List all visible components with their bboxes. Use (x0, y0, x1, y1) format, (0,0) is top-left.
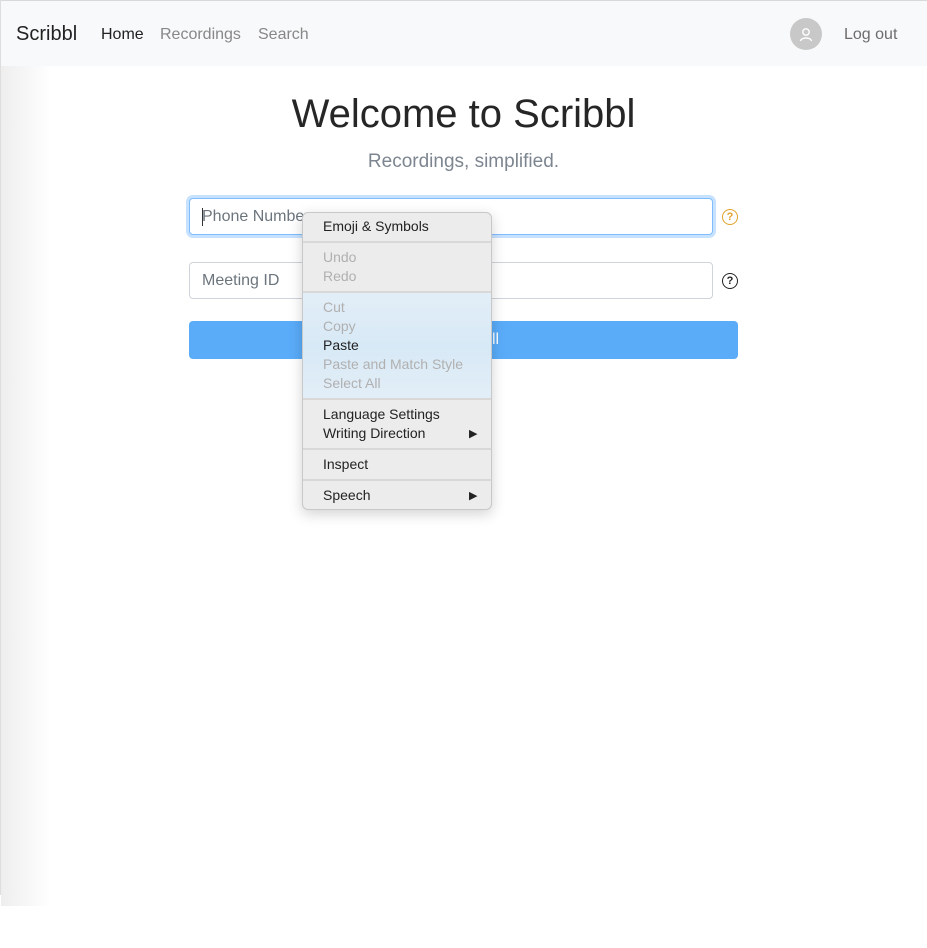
submenu-arrow-icon: ▶ (469, 428, 478, 440)
menu-item-undo[interactable]: Undo (323, 248, 356, 267)
user-icon (799, 28, 813, 42)
menu-item-speech[interactable]: Speech (323, 486, 370, 505)
menu-item-writing-direction[interactable]: Writing Direction (323, 424, 425, 443)
phone-number-placeholder: Phone Number (202, 208, 310, 225)
menu-item-inspect[interactable]: Inspect (323, 455, 368, 474)
page-shadow (1, 66, 51, 906)
menu-item-cut[interactable]: Cut (323, 298, 345, 317)
page-title: Welcome to Scribbl (291, 92, 636, 136)
avatar[interactable] (790, 18, 822, 50)
logout-link[interactable]: Log out (844, 26, 897, 44)
menu-item-paste-match-style[interactable]: Paste and Match Style (323, 355, 463, 374)
menu-item-redo[interactable]: Redo (323, 267, 356, 286)
menu-item-select-all[interactable]: Select All (323, 374, 381, 393)
menu-separator (303, 448, 491, 450)
brand-logo[interactable]: Scribbl (16, 23, 77, 46)
menu-item-language-settings[interactable]: Language Settings (323, 405, 440, 424)
nav-link-search[interactable]: Search (258, 26, 309, 44)
page-subtitle: Recordings, simplified. (367, 151, 560, 172)
menu-item-copy[interactable]: Copy (323, 317, 356, 336)
menu-item-paste[interactable]: Paste (323, 336, 359, 355)
nav-link-recordings[interactable]: Recordings (160, 26, 241, 44)
menu-separator (303, 398, 491, 400)
menu-separator (303, 291, 491, 293)
navbar: Scribbl Home Recordings Search Log out (1, 1, 927, 66)
question-circle-icon[interactable]: ? (722, 209, 738, 225)
question-circle-icon[interactable]: ? (722, 273, 738, 289)
submenu-arrow-icon: ▶ (469, 490, 478, 502)
text-caret (202, 208, 203, 226)
meeting-id-placeholder: Meeting ID (202, 272, 280, 289)
menu-separator (303, 241, 491, 243)
menu-item-emoji-symbols[interactable]: Emoji & Symbols (323, 217, 429, 236)
menu-separator (303, 479, 491, 481)
nav-link-home[interactable]: Home (101, 26, 144, 44)
context-menu: Emoji & Symbols Undo Redo Cut Copy Paste… (302, 212, 492, 510)
